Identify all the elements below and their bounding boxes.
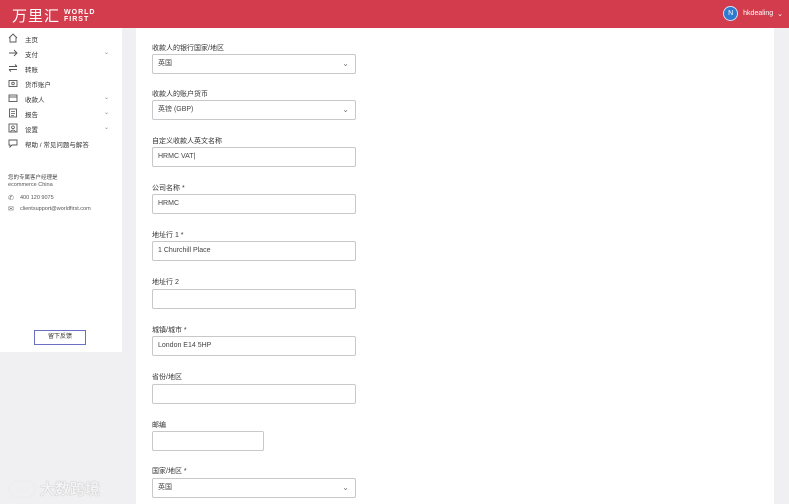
settings-icon (8, 123, 18, 133)
watermark-logo: KD (8, 479, 36, 498)
sidebar-item-label: 主页 (25, 37, 38, 44)
sidebar-item-label: 货币账户 (25, 82, 51, 89)
custom-name-input[interactable]: HRMC VAT| (152, 147, 356, 167)
province-input[interactable] (152, 384, 356, 404)
chevron-down-icon: ⌄ (104, 110, 110, 116)
city-input[interactable]: London E14 5HP (152, 336, 356, 356)
bank-country-label: 收款人的银行国家/地区 (152, 45, 224, 52)
bank-country-select[interactable]: 英国 ⌄ (152, 54, 356, 74)
phone-contact[interactable]: ✆ 400 120 9075 (8, 194, 54, 202)
avatar: N (723, 6, 739, 21)
logo-english-text: WORLD FIRST (64, 9, 95, 23)
worldfirst-logo[interactable]: 万里汇 WORLD FIRST (12, 5, 95, 26)
country-select[interactable]: 英国 ⌄ (152, 478, 356, 498)
sidebar-item-payees[interactable]: 收款人 ⌄ (0, 91, 122, 106)
custom-name-value: HRMC VAT| (158, 153, 196, 160)
logo-chinese-text: 万里汇 (12, 7, 61, 25)
help-icon (8, 138, 18, 149)
chevron-down-icon: ⌄ (104, 125, 110, 131)
sidebar-item-payments[interactable]: 支付 ⌄ (0, 46, 122, 61)
email-contact[interactable]: ✉ clientsupport@worldfirst.com (8, 205, 91, 213)
report-icon (8, 108, 18, 118)
sidebar-item-reports[interactable]: 报告 ⌄ (0, 106, 122, 121)
watermark-text: 大数跨境 (40, 481, 101, 498)
postcode-input[interactable] (152, 431, 264, 451)
address2-input[interactable] (152, 289, 356, 309)
sidebar-item-label: 收款人 (25, 97, 45, 104)
user-name: hkdealing (743, 10, 774, 17)
bank-country-value: 英国 (158, 60, 172, 67)
user-menu[interactable]: N hkdealing ⌄ (723, 6, 783, 21)
chevron-down-icon: ⌄ (777, 10, 783, 18)
country-label: 国家/地区 * (152, 468, 187, 475)
custom-name-label: 自定义收款人英文名称 (152, 138, 222, 145)
chevron-down-icon: ⌄ (104, 95, 110, 101)
company-label: 公司名称 * (152, 185, 185, 192)
transfer-icon (8, 63, 18, 73)
chevron-down-icon: ⌄ (342, 59, 349, 68)
currency-label: 收款人的账户货币 (152, 91, 208, 98)
sidebar-item-help[interactable]: 帮助 / 常见问题与解答 (0, 136, 122, 151)
currency-select[interactable]: 英镑 (GBP) ⌄ (152, 100, 356, 120)
logo-en-line2: FIRST (64, 15, 90, 23)
province-label: 省份/地区 (152, 374, 182, 381)
address1-input[interactable]: 1 Churchill Place (152, 241, 356, 261)
mail-icon: ✉ (8, 206, 14, 213)
sidebar-item-home[interactable]: 主页 (0, 31, 122, 46)
account-manager-title: 您的专属客户经理是 (8, 175, 58, 181)
company-input[interactable]: HRMC (152, 194, 356, 214)
chevron-down-icon: ⌄ (104, 50, 110, 56)
sidebar-item-transfer[interactable]: 转账 (0, 61, 122, 76)
sidebar: 主页 支付 ⌄ 转账 货币账户 收款人 ⌄ 报告 ⌄ 设置 ⌄ 帮助 / 常见问… (0, 28, 122, 352)
wallet-icon (8, 78, 18, 88)
sidebar-item-label: 报告 (25, 112, 38, 119)
payee-icon (8, 93, 18, 103)
sidebar-item-label: 帮助 / 常见问题与解答 (25, 142, 89, 149)
postcode-label: 邮编 (152, 422, 166, 429)
phone-icon: ✆ (8, 195, 14, 202)
top-bar: 万里汇 WORLD FIRST N hkdealing ⌄ (0, 0, 789, 28)
sidebar-item-label: 设置 (25, 127, 38, 134)
currency-value: 英镑 (GBP) (158, 106, 194, 113)
sidebar-item-label: 转账 (25, 67, 38, 74)
feedback-button[interactable]: 留下反馈 (34, 330, 86, 345)
city-label: 城镇/城市 * (152, 327, 187, 334)
phone-number: 400 120 9075 (20, 195, 54, 201)
address1-label: 地址行 1 * (152, 232, 184, 239)
sidebar-item-label: 支付 (25, 52, 38, 59)
address1-value: 1 Churchill Place (158, 247, 211, 254)
account-manager-name: ecommerce China (8, 182, 53, 188)
sidebar-item-currency-accounts[interactable]: 货币账户 (0, 76, 122, 91)
country-value: 英国 (158, 484, 172, 491)
home-icon (8, 33, 18, 43)
city-value: London E14 5HP (158, 342, 212, 349)
arrow-right-icon (8, 48, 18, 58)
logo-en-line1: WORLD (64, 8, 96, 16)
sidebar-item-settings[interactable]: 设置 ⌄ (0, 121, 122, 136)
address2-label: 地址行 2 (152, 279, 179, 286)
email-address: clientsupport@worldfirst.com (20, 206, 91, 212)
company-value: HRMC (158, 200, 179, 207)
chevron-down-icon: ⌄ (342, 483, 349, 492)
watermark: KD 大数跨境 (8, 478, 100, 499)
chevron-down-icon: ⌄ (342, 105, 349, 114)
